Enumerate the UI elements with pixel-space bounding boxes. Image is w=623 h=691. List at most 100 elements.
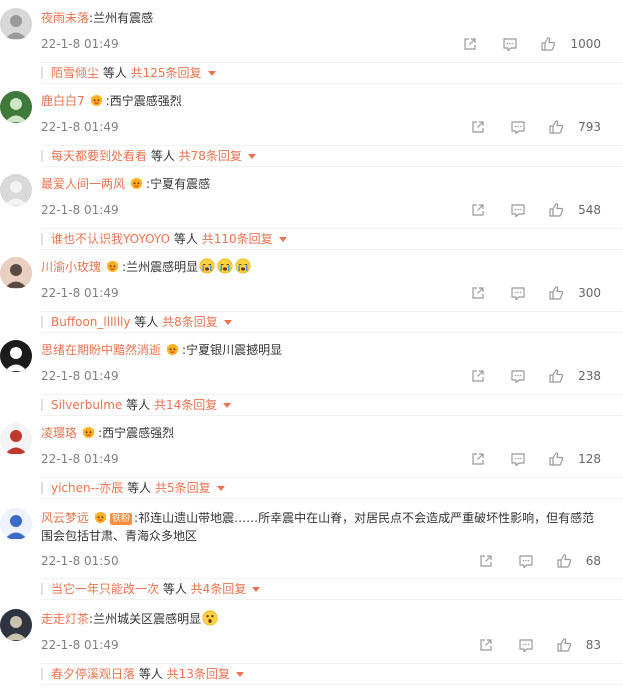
thumbs-up-icon <box>548 119 572 135</box>
username-link[interactable]: 思绪在期盼中黯然消逝 <box>41 343 161 357</box>
username-link[interactable]: 鹿白白7 <box>41 94 85 108</box>
timestamp: 22-1-8 01:49 <box>41 37 119 51</box>
reply-count-link[interactable]: 共8条回复 <box>162 315 218 329</box>
comment-content: 川渝小玫瑰:兰州震感明显 <box>41 258 601 276</box>
like-button[interactable]: 793 <box>548 119 601 135</box>
comment-icon[interactable] <box>510 285 526 301</box>
share-icon[interactable] <box>470 451 486 467</box>
reply-etc: 等人 <box>170 232 202 246</box>
reply-summary[interactable]: 当它一年只能改一次 等人 共4条回复 <box>41 578 623 600</box>
divider <box>41 233 43 245</box>
share-icon[interactable] <box>478 637 494 653</box>
share-icon[interactable] <box>470 368 486 384</box>
reply-count-link[interactable]: 共125条回复 <box>131 66 202 80</box>
comment-content: 思绪在期盼中黯然消逝:宁夏银川震撼明显 <box>41 341 601 359</box>
reply-username-link[interactable]: Silverbulme <box>51 398 122 412</box>
fan-badge-icon <box>89 94 104 107</box>
comment-actions: 68 <box>454 552 601 570</box>
username-link[interactable]: 风云梦远 <box>41 511 89 525</box>
chevron-down-icon[interactable] <box>247 154 256 159</box>
username-link[interactable]: 走走灯茶 <box>41 612 89 626</box>
username-link[interactable]: 夜雨未落 <box>41 11 89 25</box>
reply-username-link[interactable]: 谁也不认识我YOYOYO <box>51 232 170 246</box>
avatar[interactable] <box>0 508 32 540</box>
reply-summary-text: 每天都要到处看看 等人 共78条回复 <box>51 148 256 164</box>
comment-content: 夜雨未落:兰州有震感 <box>41 9 601 27</box>
comment-icon[interactable] <box>510 119 526 135</box>
like-button[interactable]: 300 <box>548 285 601 301</box>
reply-count-link[interactable]: 共110条回复 <box>202 232 273 246</box>
reply-username-link[interactable]: 春夕停溪观日落 <box>51 667 135 681</box>
comment-content: 走走灯茶:兰州城关区震感明显 <box>41 610 601 628</box>
cry-emoji <box>235 258 251 274</box>
reply-username-link[interactable]: 当它一年只能改一次 <box>51 582 159 596</box>
reply-username-link[interactable]: 陌雪倾尘 <box>51 66 99 80</box>
comment-item: 川渝小玫瑰:兰州震感明显 22-1-8 01:49 300 Buffoon_lllll… <box>0 249 623 333</box>
chevron-down-icon[interactable] <box>252 587 261 592</box>
chevron-down-icon[interactable] <box>207 71 216 76</box>
reply-username-link[interactable]: yichen--亦辰 <box>51 481 123 495</box>
avatar[interactable] <box>0 174 32 206</box>
fan-badge-icon <box>129 177 144 190</box>
comment-text: 兰州震感明显 <box>126 260 199 274</box>
like-button[interactable]: 128 <box>548 451 601 467</box>
share-icon[interactable] <box>470 119 486 135</box>
avatar[interactable] <box>0 91 32 123</box>
username-link[interactable]: 凌璎珞 <box>41 426 77 440</box>
like-button[interactable]: 68 <box>556 553 601 569</box>
avatar[interactable] <box>0 8 32 40</box>
reply-username-link[interactable]: Buffoon_lllllly <box>51 315 131 329</box>
reply-summary[interactable]: 春夕停溪观日落 等人 共13条回复 <box>41 663 623 685</box>
reply-username-link[interactable]: 每天都要到处看看 <box>51 149 147 163</box>
like-button[interactable]: 83 <box>556 637 601 653</box>
chevron-down-icon[interactable] <box>223 403 232 408</box>
comment-item: 凌璎珞:西宁震感强烈 22-1-8 01:49 128 yichen--亦辰 等人 共… <box>0 415 623 499</box>
reply-count-link[interactable]: 共4条回复 <box>191 582 247 596</box>
share-icon[interactable] <box>462 36 478 52</box>
share-icon[interactable] <box>478 553 494 569</box>
comment-text: 西宁震感强烈 <box>102 426 175 440</box>
reply-summary[interactable]: yichen--亦辰 等人 共5条回复 <box>41 477 623 499</box>
avatar[interactable] <box>0 257 32 289</box>
comment-icon[interactable] <box>518 553 534 569</box>
comment-icon[interactable] <box>502 36 518 52</box>
thumbs-up-icon <box>540 36 564 52</box>
username-link[interactable]: 最爱人间一两风 <box>41 177 125 191</box>
divider <box>41 583 43 595</box>
chevron-down-icon[interactable] <box>235 672 244 677</box>
like-button[interactable]: 1000 <box>540 36 601 52</box>
comment-actions: 83 <box>454 636 601 654</box>
like-button[interactable]: 548 <box>548 202 601 218</box>
comment-icon[interactable] <box>510 451 526 467</box>
reply-summary[interactable]: 陌雪倾尘 等人 共125条回复 <box>41 62 623 84</box>
comment-text: 宁夏有震感 <box>150 177 211 191</box>
avatar[interactable] <box>0 423 32 455</box>
comment-icon[interactable] <box>518 637 534 653</box>
reply-summary[interactable]: Silverbulme 等人 共14条回复 <box>41 394 623 416</box>
share-icon[interactable] <box>470 202 486 218</box>
avatar[interactable] <box>0 340 32 372</box>
reply-summary[interactable]: 每天都要到处看看 等人 共78条回复 <box>41 145 623 167</box>
divider <box>41 399 43 411</box>
comment-icon[interactable] <box>510 368 526 384</box>
reply-summary[interactable]: Buffoon_lllllly 等人 共8条回复 <box>41 311 623 333</box>
avatar[interactable] <box>0 609 32 641</box>
reply-count-link[interactable]: 共13条回复 <box>167 667 230 681</box>
comment-item: 最爱人间一两风:宁夏有震感 22-1-8 01:49 548 谁也不认识我YOYOYO… <box>0 166 623 250</box>
username-link[interactable]: 川渝小玫瑰 <box>41 260 101 274</box>
reply-summary[interactable]: 谁也不认识我YOYOYO 等人 共110条回复 <box>41 228 623 250</box>
divider <box>41 67 43 79</box>
share-icon[interactable] <box>470 285 486 301</box>
reply-count-link[interactable]: 共14条回复 <box>154 398 217 412</box>
comment-icon[interactable] <box>510 202 526 218</box>
reply-count-link[interactable]: 共5条回复 <box>155 481 211 495</box>
chevron-down-icon[interactable] <box>278 237 287 242</box>
chevron-down-icon[interactable] <box>223 320 232 325</box>
reply-count-link[interactable]: 共78条回复 <box>179 149 242 163</box>
thumbs-up-icon <box>556 637 580 653</box>
like-button[interactable]: 238 <box>548 368 601 384</box>
comment-text: 宁夏银川震撼明显 <box>186 343 283 357</box>
reply-etc: 等人 <box>99 66 131 80</box>
reply-summary-text: Buffoon_lllllly 等人 共8条回复 <box>51 314 232 330</box>
chevron-down-icon[interactable] <box>216 486 225 491</box>
